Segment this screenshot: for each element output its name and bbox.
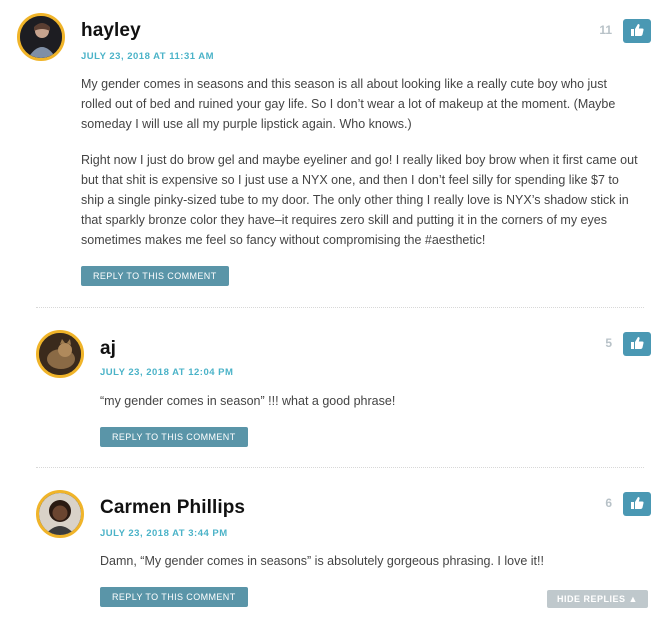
comment-paragraph: Right now I just do brow gel and maybe e… bbox=[81, 153, 638, 247]
comment-author[interactable]: aj bbox=[100, 338, 116, 360]
reply-button[interactable]: REPLY TO THIS COMMENT bbox=[81, 266, 229, 286]
like-count: 6 bbox=[605, 496, 612, 510]
like-count: 5 bbox=[605, 336, 612, 350]
comment-paragraph: Damn, “My gender comes in seasons” is ab… bbox=[100, 554, 544, 568]
comment-date[interactable]: JULY 23, 2018 AT 11:31 AM bbox=[81, 51, 214, 62]
reply-button[interactable]: REPLY TO THIS COMMENT bbox=[100, 427, 248, 447]
thumbs-up-icon bbox=[631, 24, 644, 36]
like-count: 11 bbox=[599, 23, 612, 37]
thumbs-up-icon bbox=[631, 337, 644, 349]
comment-body: My gender comes in seasons and this seas… bbox=[81, 74, 641, 266]
comment-divider bbox=[36, 307, 644, 308]
comment-date[interactable]: JULY 23, 2018 AT 12:04 PM bbox=[100, 367, 233, 378]
avatar[interactable] bbox=[17, 13, 65, 61]
like-button[interactable] bbox=[623, 492, 651, 516]
avatar-image bbox=[20, 16, 62, 58]
comment-author[interactable]: hayley bbox=[81, 20, 141, 42]
like-button[interactable] bbox=[623, 332, 651, 356]
comment-paragraph: “my gender comes in season” !!! what a g… bbox=[100, 394, 396, 408]
hide-replies-button[interactable]: HIDE REPLIES ▲ bbox=[547, 590, 648, 608]
avatar[interactable] bbox=[36, 330, 84, 378]
comment-divider bbox=[36, 467, 644, 468]
avatar-image bbox=[39, 493, 81, 535]
reply-button[interactable]: REPLY TO THIS COMMENT bbox=[100, 587, 248, 607]
comment-paragraph: My gender comes in seasons and this seas… bbox=[81, 77, 616, 131]
thumbs-up-icon bbox=[631, 497, 644, 509]
comment-body: “my gender comes in season” !!! what a g… bbox=[100, 391, 640, 427]
avatar[interactable] bbox=[36, 490, 84, 538]
comment-body: Damn, “My gender comes in seasons” is ab… bbox=[100, 551, 640, 587]
like-button[interactable] bbox=[623, 19, 651, 43]
comment-author[interactable]: Carmen Phillips bbox=[100, 497, 245, 519]
avatar-image bbox=[39, 333, 81, 375]
comment-date[interactable]: JULY 23, 2018 AT 3:44 PM bbox=[100, 528, 228, 539]
